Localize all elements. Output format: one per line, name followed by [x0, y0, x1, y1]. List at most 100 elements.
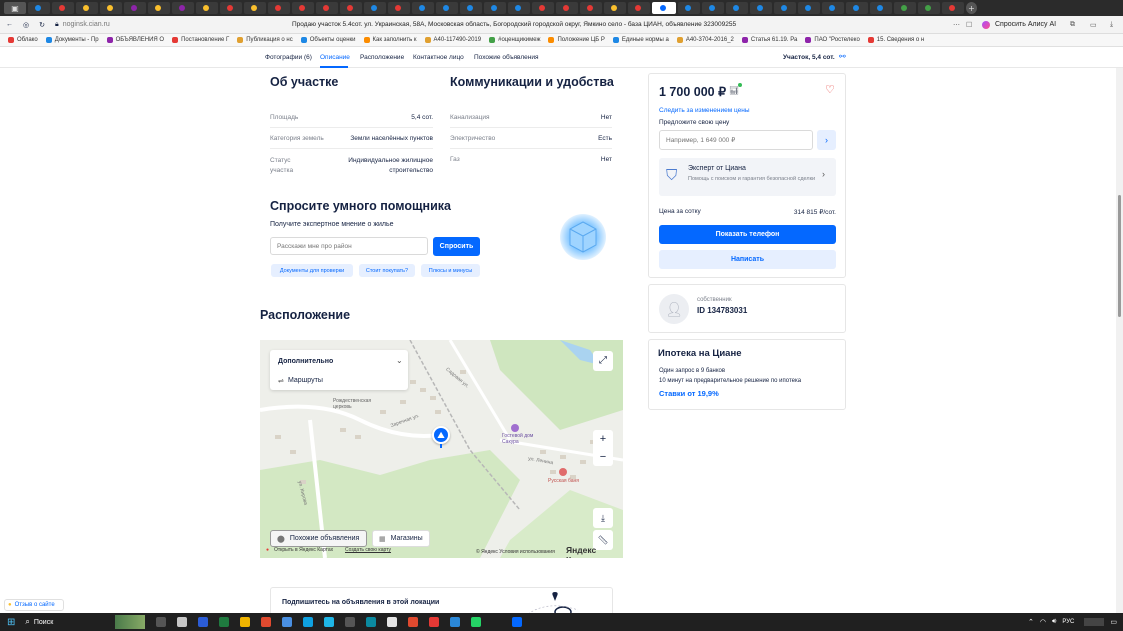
- browser-tab[interactable]: [870, 2, 892, 14]
- browser-tab[interactable]: [292, 2, 314, 14]
- browser-tab[interactable]: [604, 2, 626, 14]
- nav-photos[interactable]: Фотографии (6): [265, 54, 312, 61]
- network-icon[interactable]: ◠: [1040, 618, 1046, 626]
- browser-tab[interactable]: [484, 2, 506, 14]
- bookmark-item[interactable]: Облако: [8, 37, 38, 43]
- bookmark-item[interactable]: А40-117490-2019: [424, 37, 481, 43]
- share-icon[interactable]: ⚯: [839, 52, 846, 61]
- shield-icon[interactable]: ◎: [23, 21, 29, 29]
- whatsapp-icon[interactable]: [471, 617, 482, 627]
- browser-tab[interactable]: [750, 2, 772, 14]
- bookmark-item[interactable]: 15. Сведения о н: [867, 37, 924, 43]
- browser-tab[interactable]: [364, 2, 386, 14]
- browser-tab[interactable]: [556, 2, 578, 14]
- more-icon[interactable]: ⋯: [953, 21, 960, 29]
- assistant-input[interactable]: [270, 237, 428, 255]
- browser-tab[interactable]: [678, 2, 700, 14]
- nav-similar[interactable]: Похожие объявления: [474, 54, 539, 61]
- price-chart-icon[interactable]: 📊︎: [729, 86, 739, 95]
- scrollbar-thumb[interactable]: [1118, 195, 1121, 317]
- browser-tab[interactable]: [822, 2, 844, 14]
- nav-location[interactable]: Расположение: [360, 54, 404, 61]
- favorite-heart-icon[interactable]: ♡: [825, 83, 835, 96]
- app-icon[interactable]: [450, 617, 461, 627]
- reload-icon[interactable]: ↻: [39, 21, 45, 29]
- bookmark-item[interactable]: Статья 61.19. Ра: [741, 37, 797, 43]
- excel-icon[interactable]: [219, 617, 230, 627]
- bookmark-icon[interactable]: ☐: [966, 21, 972, 29]
- tray-chevron-icon[interactable]: ⌃: [1028, 618, 1034, 626]
- alice-icon[interactable]: [982, 20, 990, 29]
- browser-tab[interactable]: [28, 2, 50, 14]
- bookmark-item[interactable]: А40-3704-2016_2: [676, 37, 734, 43]
- map-shops-button[interactable]: ▦ Магазины: [372, 530, 430, 547]
- task-view-icon[interactable]: [156, 617, 167, 627]
- collections-icon[interactable]: ⧉: [1070, 21, 1075, 29]
- volume-icon[interactable]: 🔊︎: [1052, 618, 1056, 626]
- browser-tab[interactable]: [220, 2, 242, 14]
- assistant-chip-pros-cons[interactable]: Плюсы и минусы: [421, 264, 480, 277]
- yandex-browser-icon[interactable]: [387, 617, 398, 627]
- cian-app-icon[interactable]: [512, 617, 523, 627]
- browser-tab[interactable]: [436, 2, 458, 14]
- feedback-button[interactable]: ● Отзыв о сайте: [4, 599, 64, 611]
- map-terms-link[interactable]: © Яндекс Условия использования: [476, 549, 555, 555]
- browser-tab[interactable]: [76, 2, 98, 14]
- download-map-icon[interactable]: ⤓: [593, 508, 613, 528]
- browser-menu-icon[interactable]: ▣: [4, 2, 26, 14]
- download-icon[interactable]: ⤓: [1110, 21, 1113, 29]
- notifications-icon[interactable]: ▭: [1110, 618, 1117, 626]
- browser-tab[interactable]: [894, 2, 916, 14]
- show-phone-button[interactable]: Показать телефон: [659, 225, 836, 244]
- browser-tab[interactable]: [774, 2, 796, 14]
- bookmark-item[interactable]: Как заполнить к: [363, 37, 417, 43]
- alice-label[interactable]: Спросить Алису AI: [995, 21, 1056, 28]
- new-tab-icon[interactable]: +: [966, 2, 977, 14]
- map-pin-icon[interactable]: ⛰: [432, 426, 450, 444]
- taskbar-search-label[interactable]: Поиск: [34, 619, 53, 626]
- bookmark-item[interactable]: ОБЪЯВЛЕНИЯ О: [106, 37, 164, 43]
- browser-tab-active[interactable]: [652, 2, 676, 14]
- browser-tab[interactable]: [388, 2, 410, 14]
- assistant-chip-documents[interactable]: Документы для проверки: [271, 264, 353, 277]
- taskbar-widget-icon[interactable]: [115, 615, 146, 629]
- skype-icon[interactable]: [303, 617, 314, 627]
- browser-tab[interactable]: [798, 2, 820, 14]
- assistant-chip-worth[interactable]: Стоит покупать?: [359, 264, 415, 277]
- bookmark-item[interactable]: Объекты оценки: [300, 37, 356, 43]
- app-icon[interactable]: [282, 617, 293, 627]
- page-scrollbar[interactable]: [1116, 68, 1123, 613]
- map-similar-button[interactable]: ⬤ Похожие объявления: [270, 530, 367, 547]
- browser-tab[interactable]: [628, 2, 650, 14]
- browser-tab[interactable]: [918, 2, 940, 14]
- owner-card[interactable]: 👤︎ собственник ID 134783031: [648, 284, 846, 333]
- browser-tab[interactable]: [460, 2, 482, 14]
- browser-tab[interactable]: [412, 2, 434, 14]
- browser-tab[interactable]: [124, 2, 146, 14]
- browser-tab[interactable]: [172, 2, 194, 14]
- explorer-icon[interactable]: [177, 617, 188, 627]
- browser-tab[interactable]: [942, 2, 964, 14]
- browser-tab[interactable]: [702, 2, 724, 14]
- write-message-button[interactable]: Написать: [659, 250, 836, 269]
- map-extra-dropdown[interactable]: Дополнительно: [278, 358, 333, 365]
- browser-tab[interactable]: [580, 2, 602, 14]
- map[interactable]: Рождественская церковь Гостевой дом Саку…: [260, 340, 623, 558]
- bookmark-item[interactable]: #оценщикимеж: [489, 37, 540, 43]
- bookmark-item[interactable]: Постановление Г: [172, 37, 229, 43]
- back-icon[interactable]: ←: [6, 21, 13, 28]
- app-icon[interactable]: [261, 617, 272, 627]
- browser-tab[interactable]: [148, 2, 170, 14]
- bookmark-item[interactable]: Единые нормы а: [612, 37, 669, 43]
- browser-tab[interactable]: [846, 2, 868, 14]
- browser-tab[interactable]: [196, 2, 218, 14]
- browser-tab[interactable]: [52, 2, 74, 14]
- browser-tab[interactable]: [340, 2, 362, 14]
- map-routes[interactable]: Маршруты: [288, 377, 323, 384]
- assistant-ask-button[interactable]: Спросить: [433, 237, 480, 256]
- taskbar-search-icon[interactable]: ⌕: [25, 617, 29, 627]
- expand-icon[interactable]: ⤢: [593, 351, 613, 371]
- mortgage-rate-link[interactable]: Ставки от 19,9%: [659, 389, 719, 398]
- zoom-out-icon[interactable]: −: [593, 448, 613, 466]
- app-icon[interactable]: [324, 617, 335, 627]
